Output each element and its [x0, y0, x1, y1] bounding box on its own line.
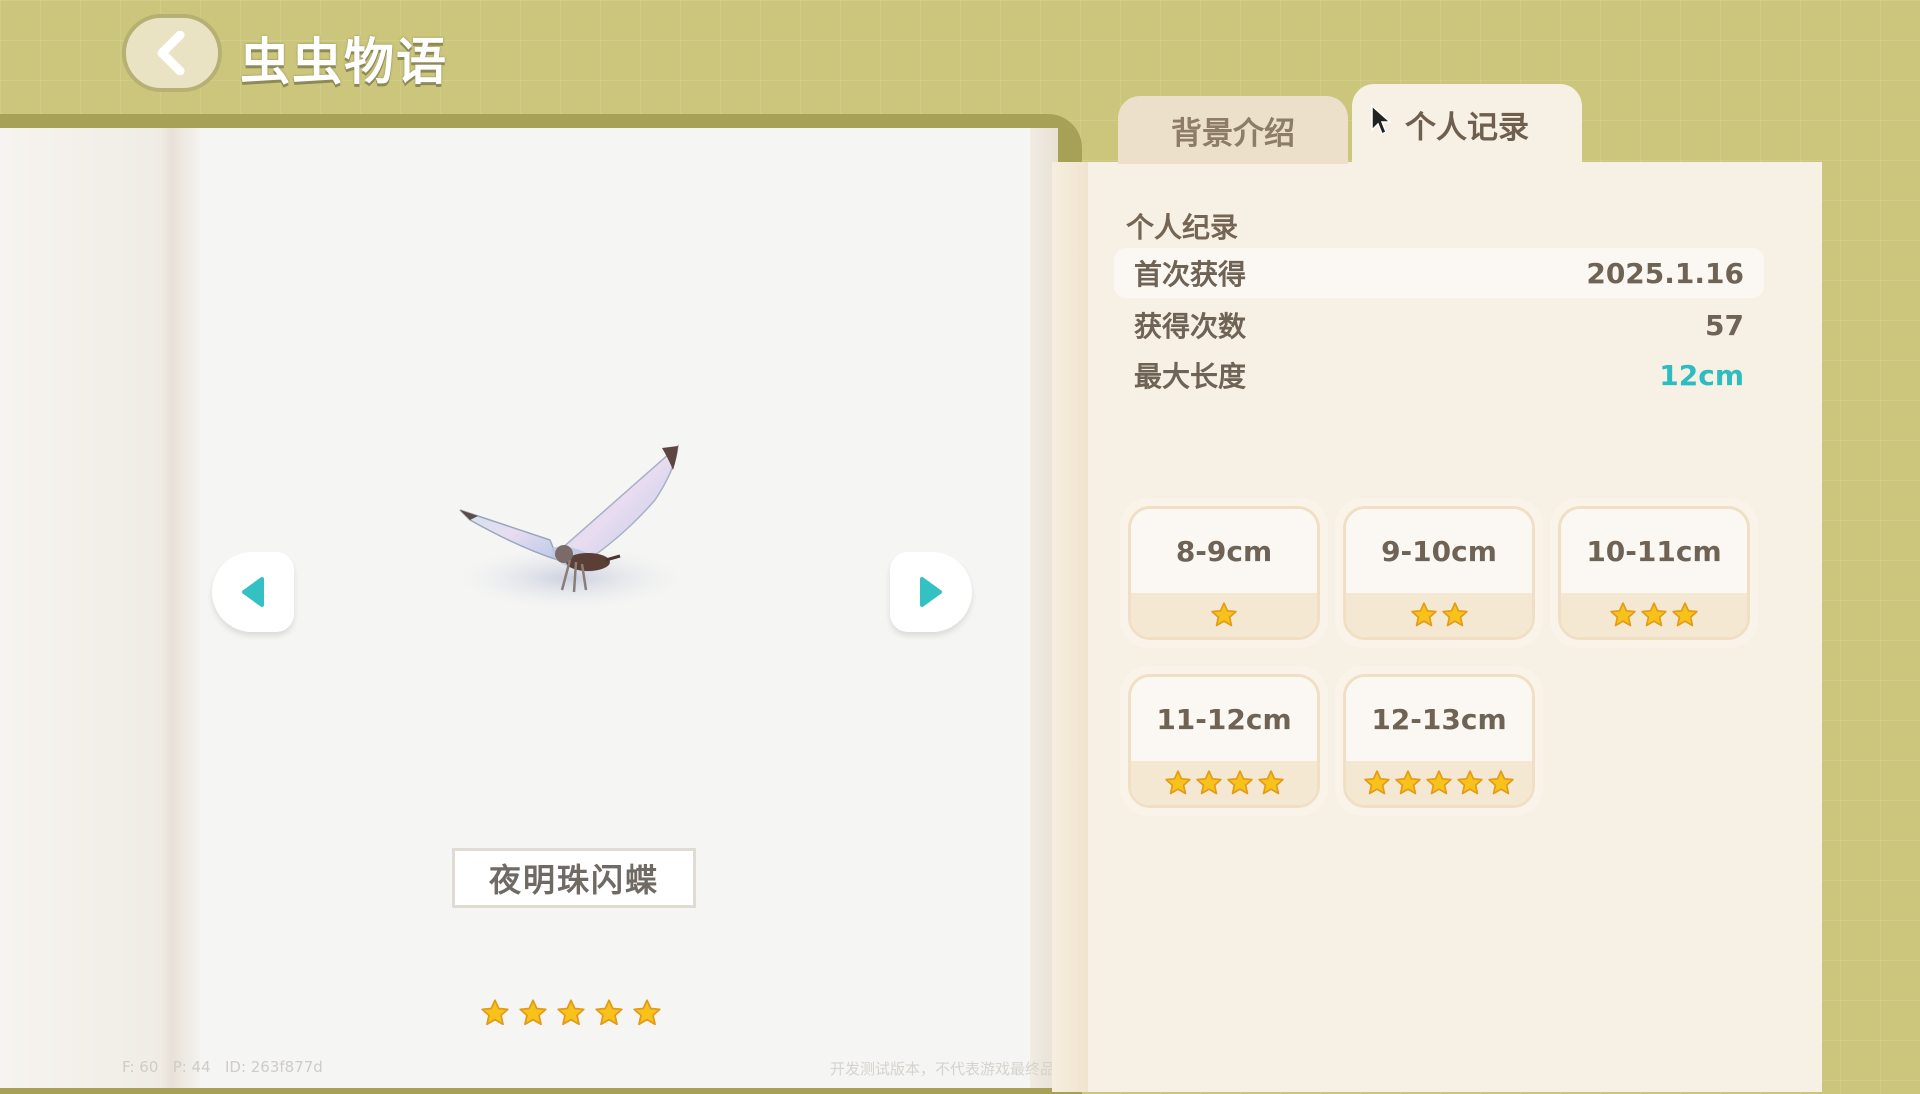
- size-tier-stars: [1561, 593, 1747, 637]
- size-tier-label: 8-9cm: [1131, 509, 1317, 593]
- panel-divider: [1052, 162, 1088, 1092]
- star-icon: [1672, 602, 1698, 627]
- butterfly-model-image: [459, 444, 680, 608]
- triangle-left-icon: [242, 577, 264, 607]
- star-icon: [1610, 602, 1636, 627]
- star-icon: [1457, 770, 1483, 795]
- prev-insect-button[interactable]: [212, 552, 294, 632]
- star-icon: [633, 999, 661, 1026]
- next-insect-button[interactable]: [890, 552, 972, 632]
- fps-readout: F: 60: [122, 1058, 159, 1076]
- size-tier-label: 10-11cm: [1561, 509, 1747, 593]
- ping-readout: P: 44: [172, 1058, 211, 1076]
- tab-background[interactable]: 背景介绍: [1118, 96, 1348, 164]
- record-value: 2025.1.16: [1586, 256, 1744, 290]
- record-row-max-length: 最大长度 12cm: [1114, 350, 1764, 400]
- star-icon: [1395, 770, 1421, 795]
- size-tier-card: 9-10cm: [1335, 498, 1543, 648]
- size-tier-card: 10-11cm: [1550, 498, 1758, 648]
- star-icon: [1257, 770, 1284, 795]
- star-icon: [1410, 602, 1437, 627]
- record-label: 首次获得: [1134, 258, 1247, 291]
- star-icon: [557, 999, 585, 1026]
- size-tier-label: 9-10cm: [1346, 509, 1532, 593]
- size-tier-label: 11-12cm: [1131, 677, 1317, 761]
- chevron-left-icon: [157, 31, 185, 75]
- record-value: 57: [1705, 308, 1744, 342]
- star-icon: [1441, 602, 1468, 627]
- session-id: ID: 263f877d: [224, 1058, 323, 1076]
- record-value: 12cm: [1659, 358, 1744, 392]
- star-icon: [595, 999, 623, 1026]
- star-icon: [1164, 770, 1191, 795]
- rarity-stars: [480, 998, 662, 1028]
- triangle-right-icon: [920, 577, 942, 607]
- size-tier-card: 8-9cm: [1120, 498, 1328, 648]
- size-tier-stars: [1131, 593, 1317, 637]
- back-button[interactable]: [122, 14, 222, 92]
- mouse-cursor-icon: [1371, 104, 1392, 136]
- book-spine: [0, 128, 200, 1088]
- size-tier-stars: [1346, 593, 1532, 637]
- size-tier-card: 12-13cm: [1335, 666, 1543, 816]
- record-label: 最大长度: [1134, 360, 1247, 393]
- page-title: 虫虫物语: [240, 33, 448, 91]
- star-icon: [1211, 602, 1237, 627]
- dev-disclaimer: 开发测试版本，不代表游戏最终品质: [830, 1060, 1071, 1078]
- record-section-title: 个人纪录: [1126, 211, 1239, 244]
- star-icon: [1364, 770, 1390, 795]
- insect-name-plate: 夜明珠闪蝶: [452, 848, 696, 908]
- star-icon: [481, 999, 509, 1026]
- star-icon: [1195, 770, 1222, 795]
- size-tier-label: 12-13cm: [1346, 677, 1532, 761]
- star-icon: [519, 999, 547, 1026]
- star-icon: [1641, 602, 1667, 627]
- record-row-obtain-count: 获得次数 57: [1114, 300, 1764, 350]
- size-tier-card: 11-12cm: [1120, 666, 1328, 816]
- star-icon: [1488, 770, 1514, 795]
- record-row-first-obtained: 首次获得 2025.1.16: [1114, 248, 1764, 298]
- debug-info: F: 60 P: 44 ID: 263f877d: [122, 1058, 323, 1076]
- star-icon: [1426, 770, 1452, 795]
- size-tier-stars: [1131, 761, 1317, 805]
- record-label: 获得次数: [1134, 310, 1247, 343]
- size-tier-stars: [1346, 761, 1532, 805]
- star-icon: [1226, 770, 1253, 795]
